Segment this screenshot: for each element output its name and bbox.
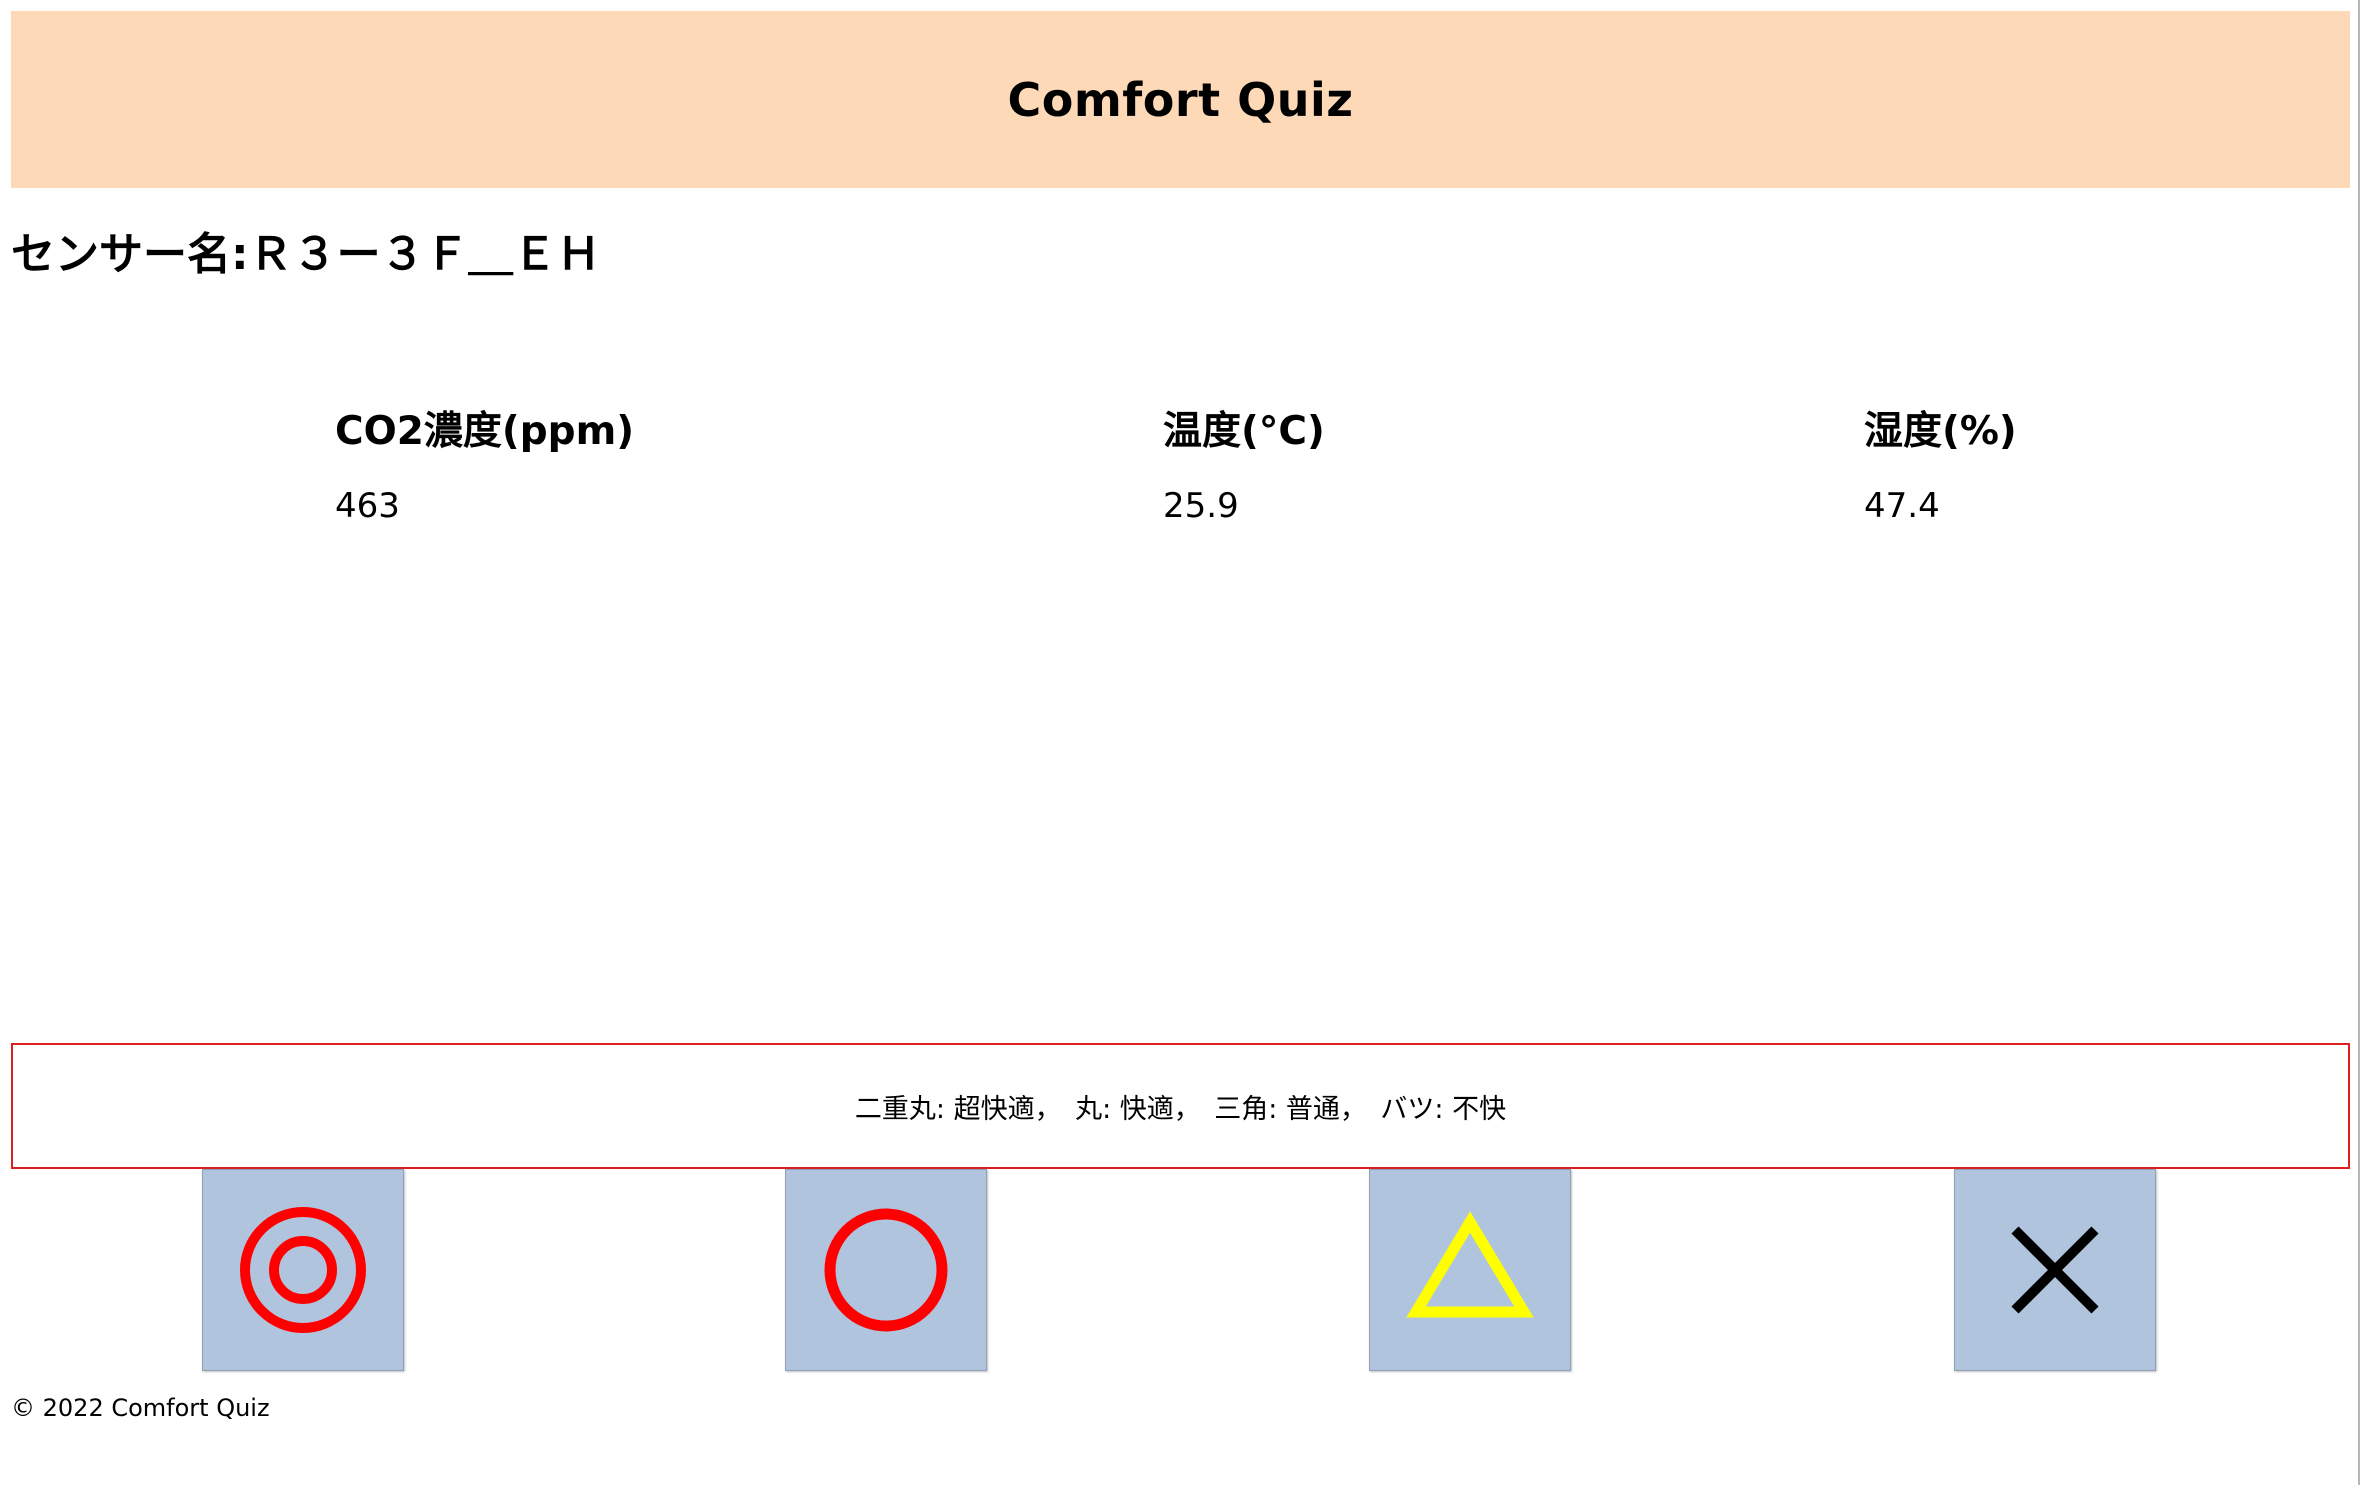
cross-icon	[2011, 1226, 2099, 1314]
triangle-button[interactable]	[1369, 1169, 1571, 1371]
window-edge-divider	[2358, 0, 2360, 1485]
header-banner: Comfort Quiz	[11, 11, 2350, 188]
metric-temperature: 温度(°C) 25.9	[1163, 400, 1325, 526]
circle-icon	[824, 1208, 948, 1332]
footer-copyright: © 2022 Comfort Quiz	[11, 1394, 270, 1422]
metric-humidity-label: 湿度(%)	[1864, 409, 2017, 454]
double-circle-button[interactable]	[202, 1169, 404, 1371]
metric-co2: CO2濃度(ppm) 463	[335, 400, 634, 526]
page: Comfort Quiz センサー名:Ｒ３ー３Ｆ＿ＥＨ CO2濃度(ppm) 4…	[0, 0, 2364, 1490]
rating-legend-text: 二重丸: 超快適， 丸: 快適， 三角: 普通， バツ: 不快	[854, 1093, 1507, 1125]
metric-humidity-value: 47.4	[1864, 486, 1940, 526]
rating-legend: 二重丸: 超快適， 丸: 快適， 三角: 普通， バツ: 不快	[11, 1043, 2350, 1169]
metric-humidity: 湿度(%) 47.4	[1864, 400, 2017, 526]
cross-button[interactable]	[1954, 1169, 2156, 1371]
page-title: Comfort Quiz	[1007, 72, 1354, 127]
double-circle-icon	[240, 1207, 366, 1333]
metric-temperature-label: 温度(°C)	[1163, 409, 1325, 454]
metric-temperature-value: 25.9	[1163, 486, 1239, 526]
metric-co2-label: CO2濃度(ppm)	[335, 409, 635, 454]
metric-co2-value: 463	[335, 486, 400, 526]
triangle-icon	[1406, 1211, 1534, 1318]
circle-button[interactable]	[785, 1169, 987, 1371]
sensor-name-heading: センサー名:Ｒ３ー３Ｆ＿ＥＨ	[11, 229, 601, 280]
